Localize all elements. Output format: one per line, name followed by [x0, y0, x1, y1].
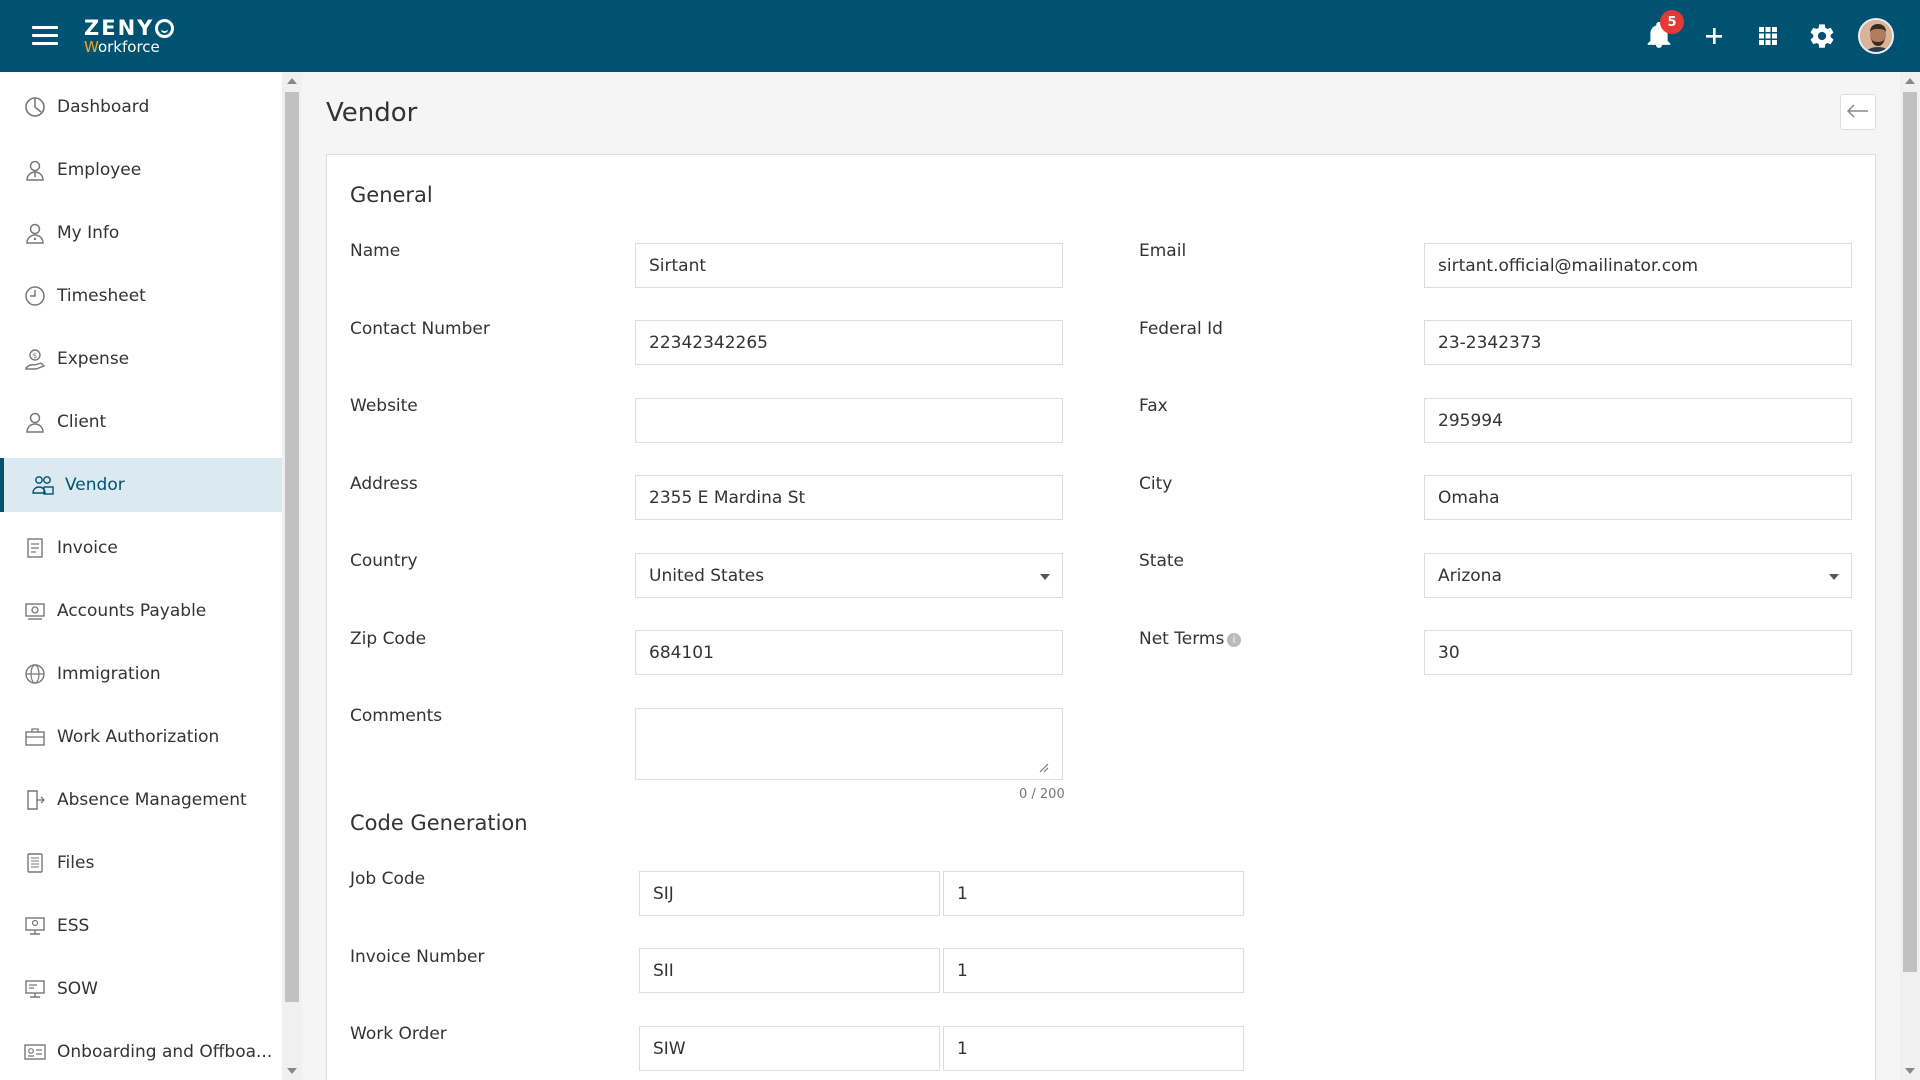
svg-text:$: $ — [33, 352, 37, 360]
sidebar: Dashboard Employee My Info Timesheet $ E… — [0, 72, 282, 1080]
state-select[interactable]: Arizona — [1424, 553, 1852, 598]
sow-icon — [24, 978, 46, 1000]
ess-icon — [24, 915, 46, 937]
sidebar-item-timesheet[interactable]: Timesheet — [0, 269, 282, 323]
invoice-number-start-input[interactable] — [943, 948, 1244, 993]
zip-code-label: Zip Code — [350, 629, 427, 649]
section-title-code-generation: Code Generation — [350, 811, 528, 835]
expense-icon: $ — [24, 348, 46, 370]
sidebar-item-dashboard[interactable]: Dashboard — [0, 80, 282, 134]
country-label: Country — [350, 551, 418, 571]
briefcase-icon — [24, 726, 46, 748]
notification-badge: 5 — [1660, 10, 1684, 34]
settings-gear-icon[interactable] — [1808, 22, 1836, 50]
job-code-prefix-input[interactable] — [639, 871, 940, 916]
email-label: Email — [1139, 241, 1187, 261]
website-input[interactable] — [635, 398, 1063, 443]
net-terms-label: Net Terms — [1139, 629, 1225, 649]
vendor-form-card: General Name Email Contact Number Federa… — [326, 154, 1876, 1080]
sidebar-item-immigration[interactable]: Immigration — [0, 647, 282, 701]
section-title-general: General — [350, 183, 433, 207]
client-icon — [24, 411, 46, 433]
invoice-number-prefix-input[interactable] — [639, 948, 940, 993]
menu-icon[interactable] — [32, 26, 58, 46]
federal-id-label: Federal Id — [1139, 319, 1223, 339]
sidebar-item-client[interactable]: Client — [0, 395, 282, 449]
my-info-icon — [24, 222, 46, 244]
chevron-down-icon — [1040, 574, 1050, 580]
accounts-payable-icon — [24, 600, 46, 622]
city-label: City — [1139, 474, 1173, 494]
work-order-start-input[interactable] — [943, 1026, 1244, 1071]
sidebar-scrollbar[interactable] — [282, 72, 302, 1080]
apps-grid-icon[interactable] — [1754, 22, 1782, 50]
name-label: Name — [350, 241, 401, 261]
dashboard-icon — [24, 96, 46, 118]
sidebar-item-my-info[interactable]: My Info — [0, 206, 282, 260]
state-label: State — [1139, 551, 1184, 571]
sidebar-item-absence-management[interactable]: Absence Management — [0, 773, 282, 827]
add-icon[interactable] — [1700, 22, 1728, 50]
sidebar-item-onboarding[interactable]: Onboarding and Offboa... — [0, 1025, 282, 1079]
zip-code-input[interactable] — [635, 630, 1063, 675]
sidebar-item-work-authorization[interactable]: Work Authorization — [0, 710, 282, 764]
work-order-label: Work Order — [350, 1024, 447, 1044]
federal-id-input[interactable] — [1424, 320, 1852, 365]
back-button[interactable] — [1840, 94, 1876, 130]
sidebar-item-ess[interactable]: ESS — [0, 899, 282, 953]
sidebar-item-sow[interactable]: SOW — [0, 962, 282, 1016]
id-card-icon — [24, 1041, 46, 1063]
fax-input[interactable] — [1424, 398, 1852, 443]
contact-number-input[interactable] — [635, 320, 1063, 365]
fax-label: Fax — [1139, 396, 1168, 416]
invoice-icon — [24, 537, 46, 559]
sidebar-item-employee[interactable]: Employee — [0, 143, 282, 197]
address-label: Address — [350, 474, 418, 494]
app-logo[interactable]: ZENY Workforce — [84, 18, 175, 55]
name-input[interactable] — [635, 243, 1063, 288]
page-title: Vendor — [326, 98, 418, 128]
city-input[interactable] — [1424, 475, 1852, 520]
net-terms-input[interactable] — [1424, 630, 1852, 675]
country-select[interactable]: United States — [635, 553, 1063, 598]
clock-icon — [24, 285, 46, 307]
arrow-left-icon — [1846, 103, 1869, 122]
comments-label: Comments — [350, 706, 443, 726]
website-label: Website — [350, 396, 418, 416]
job-code-start-input[interactable] — [943, 871, 1244, 916]
comments-textarea[interactable] — [635, 708, 1063, 780]
sidebar-item-expense[interactable]: $ Expense — [0, 332, 282, 386]
resize-handle-icon[interactable] — [1039, 758, 1049, 773]
vendor-icon — [32, 474, 54, 496]
invoice-number-label: Invoice Number — [350, 947, 485, 967]
top-bar: ZENY Workforce 5 — [0, 0, 1920, 72]
employee-icon — [24, 159, 46, 181]
work-order-prefix-input[interactable] — [639, 1026, 940, 1071]
comments-char-counter: 0 / 200 — [1019, 787, 1065, 802]
user-avatar[interactable] — [1858, 18, 1894, 54]
address-input[interactable] — [635, 475, 1063, 520]
sidebar-item-files[interactable]: Files — [0, 836, 282, 890]
chevron-down-icon — [1829, 574, 1839, 580]
exit-door-icon — [24, 789, 46, 811]
globe-icon — [24, 663, 46, 685]
sidebar-item-invoice[interactable]: Invoice — [0, 521, 282, 575]
files-icon — [24, 852, 46, 874]
sidebar-item-vendor[interactable]: Vendor — [0, 458, 282, 512]
main-scrollbar[interactable] — [1900, 72, 1920, 1080]
info-icon[interactable]: i — [1227, 633, 1241, 647]
sidebar-item-accounts-payable[interactable]: Accounts Payable — [0, 584, 282, 638]
contact-number-label: Contact Number — [350, 319, 490, 339]
email-input[interactable] — [1424, 243, 1852, 288]
job-code-label: Job Code — [350, 869, 426, 889]
